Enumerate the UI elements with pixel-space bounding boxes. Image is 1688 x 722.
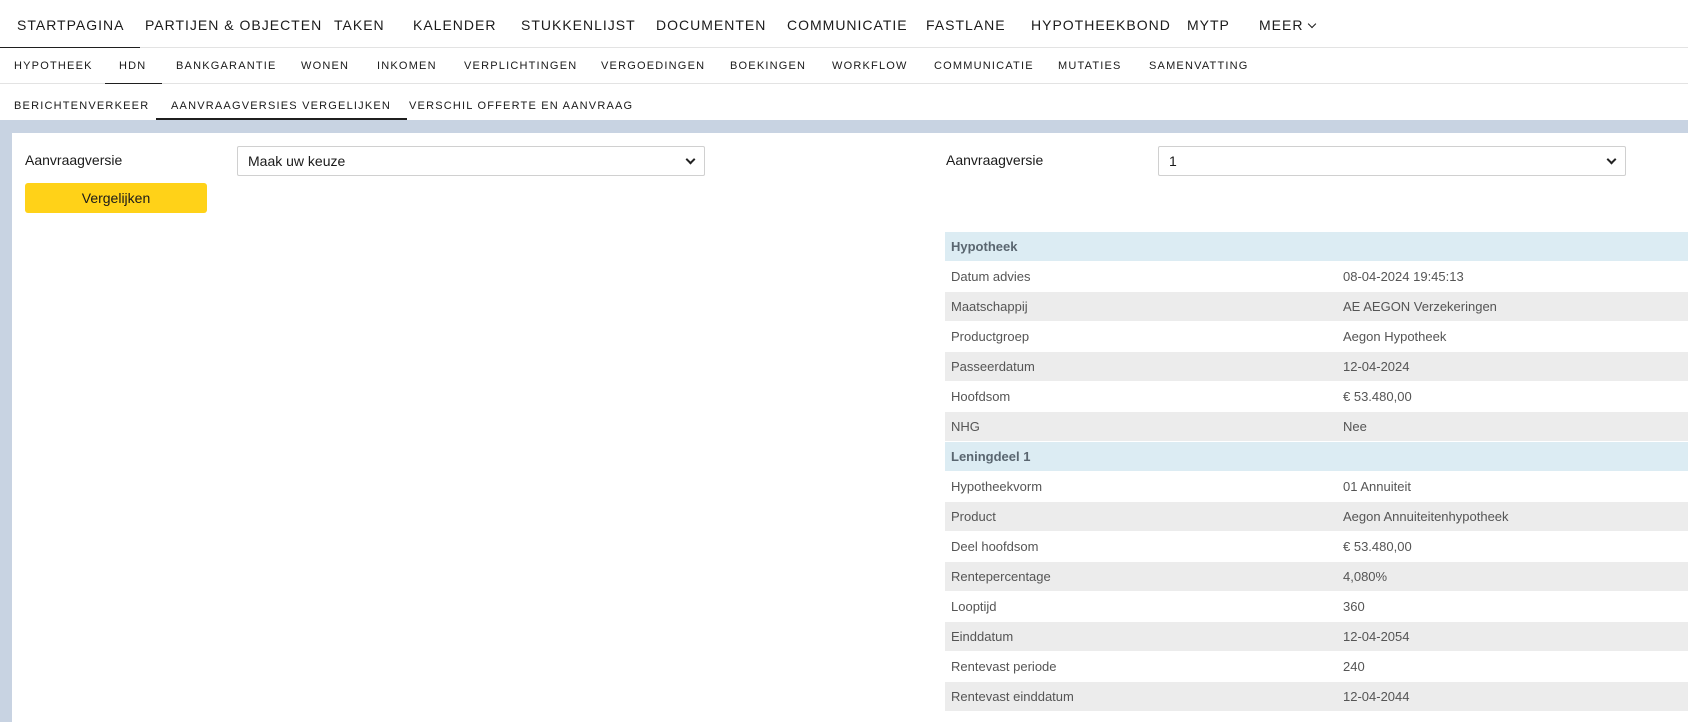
detail-row: Passeerdatum 12-04-2024 bbox=[945, 352, 1688, 382]
subtab-berichtenverkeer[interactable]: BERICHTENVERKEER bbox=[14, 84, 149, 120]
detail-key: Product bbox=[951, 509, 996, 524]
detail-value: € 53.480,00 bbox=[1343, 539, 1412, 554]
tab-inkomen[interactable]: INKOMEN bbox=[377, 48, 437, 84]
section-title: Hypotheek bbox=[951, 239, 1018, 254]
tab-bankgarantie[interactable]: BANKGARANTIE bbox=[176, 48, 277, 84]
secondary-nav: HYPOTHEEK HDN BANKGARANTIE WONEN INKOMEN… bbox=[0, 48, 1688, 85]
detail-value: € 53.480,00 bbox=[1343, 389, 1412, 404]
detail-key: Looptijd bbox=[951, 599, 997, 614]
chevron-down-icon bbox=[1308, 19, 1317, 29]
left-version-label: Aanvraagversie bbox=[25, 152, 123, 168]
nav-hypotheekbond[interactable]: HYPOTHEEKBOND bbox=[1031, 0, 1171, 48]
tertiary-nav: BERICHTENVERKEER AANVRAAGVERSIES VERGELI… bbox=[0, 84, 1688, 120]
left-version-select-value: Maak uw keuze bbox=[248, 153, 346, 169]
detail-row: Hypotheekvorm 01 Annuiteit bbox=[945, 472, 1688, 502]
nav-meer-label: MEER bbox=[1259, 17, 1304, 33]
tab-hypotheek[interactable]: HYPOTHEEK bbox=[14, 48, 93, 84]
detail-key: Passeerdatum bbox=[951, 359, 1035, 374]
nav-kalender[interactable]: KALENDER bbox=[413, 0, 496, 48]
detail-key: Hoofdsom bbox=[951, 389, 1011, 404]
tab-verplichtingen[interactable]: VERPLICHTINGEN bbox=[464, 48, 577, 84]
detail-value: 12-04-2054 bbox=[1343, 629, 1410, 644]
subtab-aanvraagversies-vergelijken[interactable]: AANVRAAGVERSIES VERGELIJKEN bbox=[155, 84, 408, 120]
nav-mytp[interactable]: MYTP bbox=[1187, 0, 1230, 48]
detail-row: Rentepercentage 4,080% bbox=[945, 562, 1688, 592]
detail-key: NHG bbox=[951, 419, 980, 434]
detail-row: Rentevast periode 240 bbox=[945, 652, 1688, 682]
detail-key: Productgroep bbox=[951, 329, 1030, 344]
detail-key: Datum advies bbox=[951, 269, 1031, 284]
detail-value: 12-04-2044 bbox=[1343, 689, 1410, 704]
detail-row: Einddatum 12-04-2054 bbox=[945, 622, 1688, 652]
nav-stukkenlijst[interactable]: STUKKENLIJST bbox=[521, 0, 636, 48]
right-version-label: Aanvraagversie bbox=[946, 152, 1044, 168]
right-version-select-value: 1 bbox=[1169, 153, 1177, 169]
detail-value: 12-04-2024 bbox=[1343, 359, 1410, 374]
left-version-select[interactable]: Maak uw keuze bbox=[237, 146, 705, 176]
detail-row: Rentevast einddatum 12-04-2044 bbox=[945, 682, 1688, 712]
detail-key: Rentevast periode bbox=[951, 659, 1057, 674]
detail-row: Looptijd 360 bbox=[945, 592, 1688, 622]
detail-value: AE AEGON Verzekeringen bbox=[1343, 299, 1497, 314]
nav-communicatie[interactable]: COMMUNICATIE bbox=[787, 0, 908, 48]
detail-key: Maatschappij bbox=[951, 299, 1028, 314]
detail-value: 240 bbox=[1343, 659, 1365, 674]
detail-value: Aegon Annuiteitenhypotheek bbox=[1343, 509, 1509, 524]
detail-row: Datum advies 08-04-2024 19:45:13 bbox=[945, 262, 1688, 292]
detail-row: Productgroep Aegon Hypotheek bbox=[945, 322, 1688, 352]
chevron-down-icon bbox=[1606, 154, 1617, 165]
tab-boekingen[interactable]: BOEKINGEN bbox=[730, 48, 806, 84]
detail-row: Maatschappij AE AEGON Verzekeringen bbox=[945, 292, 1688, 322]
detail-key: Hypotheekvorm bbox=[951, 479, 1043, 494]
compare-button[interactable]: Vergelijken bbox=[25, 183, 207, 213]
detail-key: Rentevast einddatum bbox=[951, 689, 1074, 704]
detail-row: Hoofdsom € 53.480,00 bbox=[945, 382, 1688, 412]
detail-value: 01 Annuiteit bbox=[1343, 479, 1411, 494]
detail-row: Deel hoofdsom € 53.480,00 bbox=[945, 532, 1688, 562]
primary-nav: STARTPAGINA PARTIJEN & OBJECTEN TAKEN KA… bbox=[0, 0, 1688, 49]
nav-startpagina[interactable]: STARTPAGINA bbox=[0, 0, 142, 49]
nav-fastlane[interactable]: FASTLANE bbox=[926, 0, 1006, 48]
detail-value: 4,080% bbox=[1343, 569, 1388, 584]
detail-value: 08-04-2024 19:45:13 bbox=[1343, 269, 1464, 284]
detail-row: NHG Nee bbox=[945, 412, 1688, 442]
detail-value: 360 bbox=[1343, 599, 1365, 614]
tab-hdn[interactable]: HDN bbox=[104, 48, 164, 85]
tab-mutaties[interactable]: MUTATIES bbox=[1058, 48, 1122, 84]
detail-value: Nee bbox=[1343, 419, 1367, 434]
detail-key: Rentepercentage bbox=[951, 569, 1051, 584]
right-version-select[interactable]: 1 bbox=[1158, 146, 1626, 176]
tab-vergoedingen[interactable]: VERGOEDINGEN bbox=[601, 48, 705, 84]
detail-key: Deel hoofdsom bbox=[951, 539, 1039, 554]
section-title: Leningdeel 1 bbox=[951, 449, 1031, 464]
tab-samenvatting[interactable]: SAMENVATTING bbox=[1149, 48, 1249, 84]
detail-row: Product Aegon Annuiteitenhypotheek bbox=[945, 502, 1688, 532]
tab-wonen[interactable]: WONEN bbox=[301, 48, 349, 84]
tab-workflow[interactable]: WORKFLOW bbox=[832, 48, 908, 84]
nav-documenten[interactable]: DOCUMENTEN bbox=[656, 0, 766, 48]
detail-key: Einddatum bbox=[951, 629, 1014, 644]
details-table: Hypotheek Datum advies 08-04-2024 19:45:13… bbox=[945, 232, 1688, 712]
subtab-verschil-offerte-aanvraag[interactable]: VERSCHIL OFFERTE EN AANVRAAG bbox=[409, 84, 633, 120]
chevron-down-icon bbox=[685, 154, 696, 165]
nav-taken[interactable]: TAKEN bbox=[334, 0, 385, 48]
nav-partijen-objecten[interactable]: PARTIJEN & OBJECTEN bbox=[145, 0, 322, 48]
section-header: Leningdeel 1 bbox=[945, 442, 1688, 472]
detail-value: Aegon Hypotheek bbox=[1343, 329, 1447, 344]
nav-meer[interactable]: MEER bbox=[1259, 0, 1317, 48]
tab-communicatie[interactable]: COMMUNICATIE bbox=[934, 48, 1034, 84]
section-header: Hypotheek bbox=[945, 232, 1688, 262]
